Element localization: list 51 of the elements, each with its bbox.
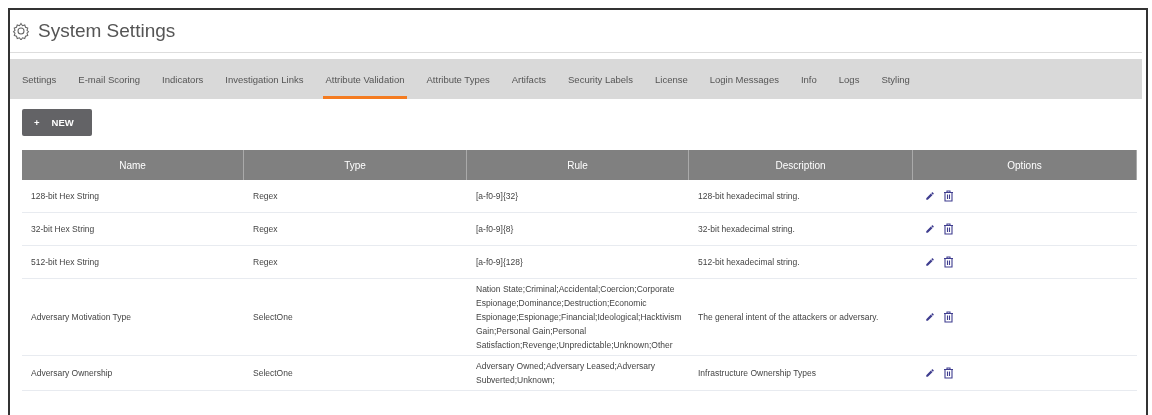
column-header: Name (22, 150, 244, 180)
table-cell: Adversary Owned;Adversary Leased;Adversary Subverted;Unknown; (467, 356, 689, 391)
table-cell: [a-f0-9]{8} (467, 213, 689, 246)
table-cell: 32-bit hexadecimal string. (689, 213, 913, 246)
table-cell: 512-bit Hex String (22, 246, 244, 279)
table-cell: SelectOne (244, 279, 467, 356)
table-cell: 32-bit Hex String (22, 213, 244, 246)
tab[interactable]: Styling (879, 59, 912, 99)
tab[interactable]: Info (798, 59, 819, 99)
tab[interactable]: Attribute Types (424, 59, 492, 99)
tab[interactable]: Investigation Links (223, 59, 306, 99)
edit-icon[interactable] (925, 312, 935, 322)
column-header: Description (689, 150, 913, 180)
table-cell: Regex (244, 213, 467, 246)
table-cell: [a-f0-9]{128} (467, 246, 689, 279)
table-cell: SelectOne (244, 356, 467, 391)
table-cell: The general intent of the attackers or adversary. (689, 279, 913, 356)
tab[interactable]: Artifacts (509, 59, 549, 99)
trash-icon[interactable] (943, 223, 954, 235)
settings-icon (12, 22, 30, 40)
table-cell: Nation State;Criminal;Accidental;Coercion;Corporate Espionage;Dominance;Destruction;Economic Espionage;Espionage;Financial;Ideological;Hacktivism Gain;Personal Gain;Personal Satisfaction;Revenge;Unpredictable;Unknown;Other (467, 279, 689, 356)
new-button[interactable]: + NEW (22, 109, 92, 136)
edit-icon[interactable] (925, 368, 935, 378)
table-cell: Regex (244, 246, 467, 279)
column-header: Type (244, 150, 467, 180)
column-header: Rule (467, 150, 689, 180)
tab[interactable]: Logs (836, 59, 862, 99)
edit-icon[interactable] (925, 191, 935, 201)
trash-icon[interactable] (943, 190, 954, 202)
tab[interactable]: Indicators (160, 59, 206, 99)
edit-icon[interactable] (925, 224, 935, 234)
page-title: System Settings (38, 20, 176, 42)
tab[interactable]: Security Labels (566, 59, 635, 99)
table-cell: Adversary Ownership (22, 356, 244, 391)
table-cell: Adversary Motivation Type (22, 279, 244, 356)
table-cell: [a-f0-9]{32} (467, 180, 689, 213)
table-cell: 128-bit Hex String (22, 180, 244, 213)
tab[interactable]: E-mail Scoring (76, 59, 143, 99)
trash-icon[interactable] (943, 367, 954, 379)
trash-icon[interactable] (943, 311, 954, 323)
edit-icon[interactable] (925, 257, 935, 267)
table-cell: Infrastructure Ownership Types (689, 356, 913, 391)
tab[interactable]: Attribute Validation (323, 59, 407, 99)
table-cell: 512-bit hexadecimal string. (689, 246, 913, 279)
column-header: Options (913, 150, 1137, 180)
tab[interactable]: Settings (20, 59, 59, 99)
trash-icon[interactable] (943, 256, 954, 268)
table-cell: Regex (244, 180, 467, 213)
tab[interactable]: Login Messages (707, 59, 781, 99)
tab[interactable]: License (653, 59, 690, 99)
table-cell: 128-bit hexadecimal string. (689, 180, 913, 213)
